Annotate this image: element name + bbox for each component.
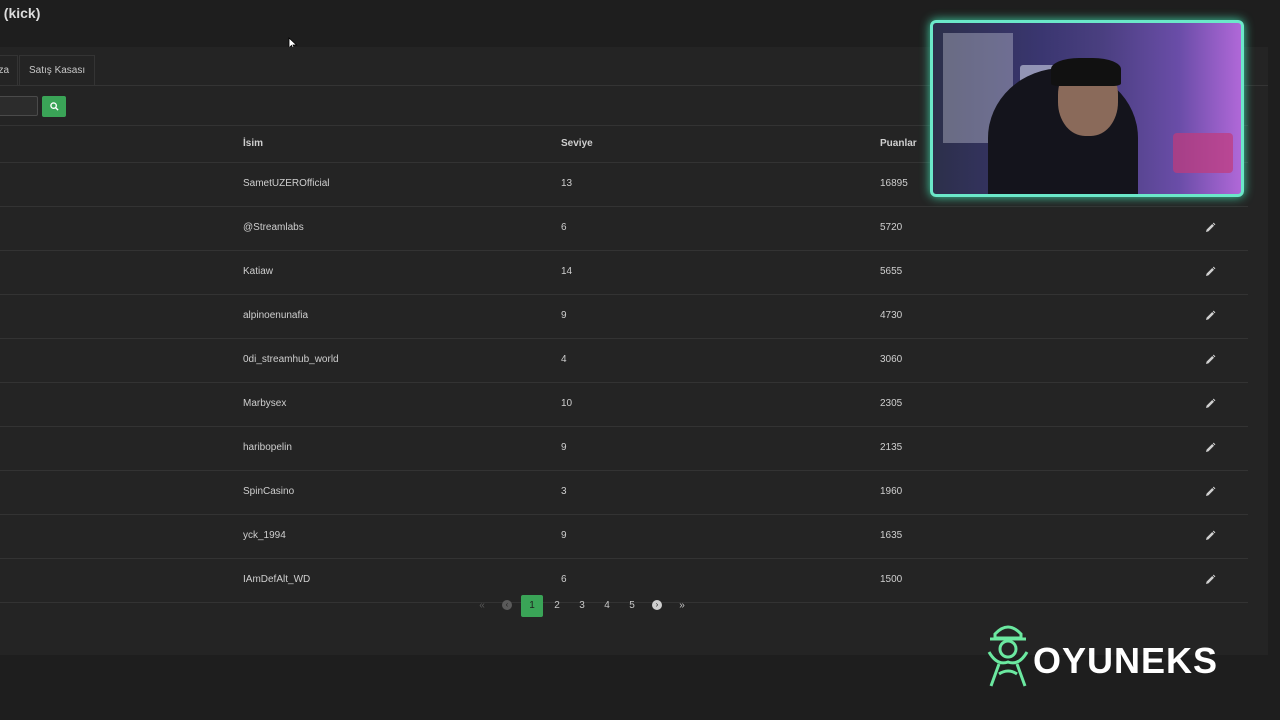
table-row: @Streamlabs 6 5720 xyxy=(0,207,1248,251)
cell-level: 9 xyxy=(561,310,567,321)
table-row: haribopelin 9 2135 xyxy=(0,427,1248,471)
cell-points: 1635 xyxy=(880,530,903,541)
page-3-button[interactable]: 3 xyxy=(571,595,593,617)
cell-points: 16895 xyxy=(880,178,908,189)
tab-satis-kasasi[interactable]: Satış Kasası xyxy=(19,55,96,85)
pencil-icon[interactable] xyxy=(1203,221,1217,235)
cell-points: 1500 xyxy=(880,574,903,585)
table-row: SpinCasino 3 1960 xyxy=(0,471,1248,515)
cell-level: 6 xyxy=(561,222,567,233)
header-name[interactable]: İsim xyxy=(243,138,263,149)
page-1-button[interactable]: 1 xyxy=(521,595,543,617)
cell-name: @Streamlabs xyxy=(243,222,304,233)
page-4-button[interactable]: 4 xyxy=(596,595,618,617)
webcam-background-light xyxy=(1173,133,1233,173)
pencil-icon[interactable] xyxy=(1203,441,1217,455)
search-input[interactable] xyxy=(0,96,38,116)
page-title: i (kick) xyxy=(0,5,41,21)
table-row: Katiaw 14 5655 xyxy=(0,251,1248,295)
prev-page-button[interactable]: ‹ xyxy=(496,595,518,617)
cell-points: 2135 xyxy=(880,442,903,453)
chevron-right-icon: › xyxy=(652,600,662,611)
pencil-icon[interactable] xyxy=(1203,485,1217,499)
cell-name: yck_1994 xyxy=(243,530,286,541)
page-5-button[interactable]: 5 xyxy=(621,595,643,617)
pencil-icon[interactable] xyxy=(1203,573,1217,587)
header-level[interactable]: Seviye xyxy=(561,138,593,149)
pencil-icon[interactable] xyxy=(1203,265,1217,279)
brand-logo-text: OYUNEKS xyxy=(1033,640,1219,681)
brand-logo: OYUNEKS xyxy=(985,622,1225,690)
pencil-icon[interactable] xyxy=(1203,397,1217,411)
cell-level: 10 xyxy=(561,398,573,409)
cell-points: 2305 xyxy=(880,398,903,409)
cell-level: 9 xyxy=(561,530,567,541)
header-points[interactable]: Puanlar xyxy=(880,138,917,149)
first-page-button[interactable]: « xyxy=(471,595,493,617)
table-row: Marbysex 10 2305 xyxy=(0,383,1248,427)
cell-points: 5655 xyxy=(880,266,903,277)
cell-level: 6 xyxy=(561,574,567,585)
chevron-left-icon: ‹ xyxy=(502,600,512,611)
cell-level: 4 xyxy=(561,354,567,365)
next-page-button[interactable]: › xyxy=(646,595,668,617)
brand-mascot-icon xyxy=(987,625,1029,687)
table-row: alpinoenunafia 9 4730 xyxy=(0,295,1248,339)
cell-points: 1960 xyxy=(880,486,903,497)
pagination: « ‹ 1 2 3 4 5 › » xyxy=(0,593,1268,619)
pencil-icon[interactable] xyxy=(1203,353,1217,367)
pencil-icon[interactable] xyxy=(1203,529,1217,543)
cell-level: 9 xyxy=(561,442,567,453)
cell-points: 5720 xyxy=(880,222,903,233)
search-button[interactable] xyxy=(42,96,66,117)
cell-name: SpinCasino xyxy=(243,486,295,497)
pencil-icon[interactable] xyxy=(1203,309,1217,323)
cell-level: 3 xyxy=(561,486,567,497)
cell-name: haribopelin xyxy=(243,442,292,453)
webcam-overlay xyxy=(930,20,1244,197)
page-2-button[interactable]: 2 xyxy=(546,595,568,617)
table-row: 0di_streamhub_world 4 3060 xyxy=(0,339,1248,383)
cell-name: SametUZEROfficial xyxy=(243,178,330,189)
cell-name: 0di_streamhub_world xyxy=(243,354,339,365)
last-page-button[interactable]: » xyxy=(671,595,693,617)
webcam-person-cap xyxy=(1051,58,1121,86)
cell-level: 14 xyxy=(561,266,573,277)
cell-name: Katiaw xyxy=(243,266,274,277)
cell-level: 13 xyxy=(561,178,573,189)
cell-name: Marbysex xyxy=(243,398,287,409)
cell-name: IAmDefAlt_WD xyxy=(243,574,311,585)
tab-magaza[interactable]: za xyxy=(0,55,18,85)
cell-points: 3060 xyxy=(880,354,903,365)
table-row: yck_1994 9 1635 xyxy=(0,515,1248,559)
search-icon xyxy=(49,102,59,111)
cell-points: 4730 xyxy=(880,310,903,321)
cell-name: alpinoenunafia xyxy=(243,310,309,321)
